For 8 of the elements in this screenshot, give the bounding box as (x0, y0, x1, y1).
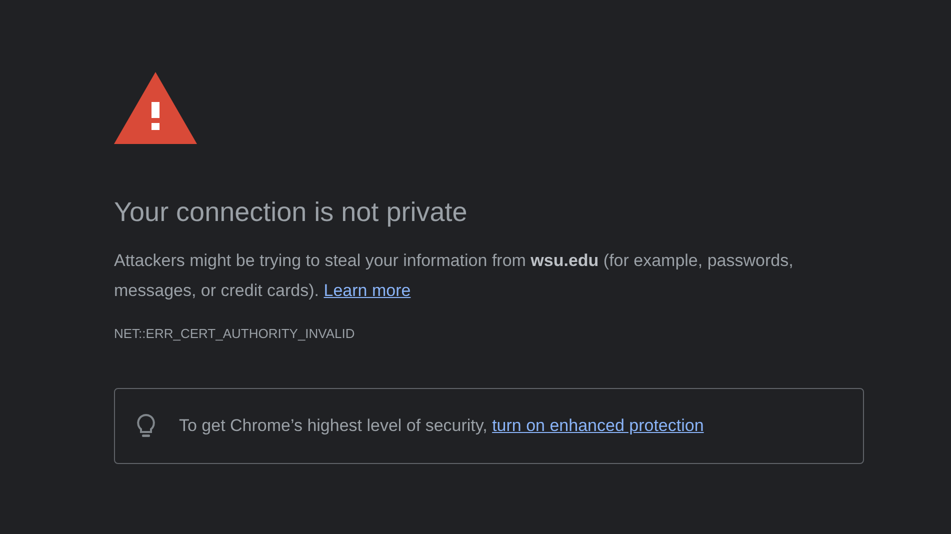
page-heading: Your connection is not private (114, 196, 468, 228)
lightbulb-icon (135, 412, 157, 439)
learn-more-link[interactable]: Learn more (324, 281, 411, 300)
warning-icon (114, 72, 197, 144)
enhanced-protection-link[interactable]: turn on enhanced protection (492, 416, 704, 436)
protection-tip-text: To get Chrome’s highest level of security, turn on enhanced protection (179, 415, 704, 438)
error-code: NET::ERR_CERT_AUTHORITY_INVALID (114, 325, 356, 344)
warning-description: Attackers might be trying to steal your information from wsu.edu (for example, passwords, messages, or credit cards). Learn more (114, 250, 794, 302)
